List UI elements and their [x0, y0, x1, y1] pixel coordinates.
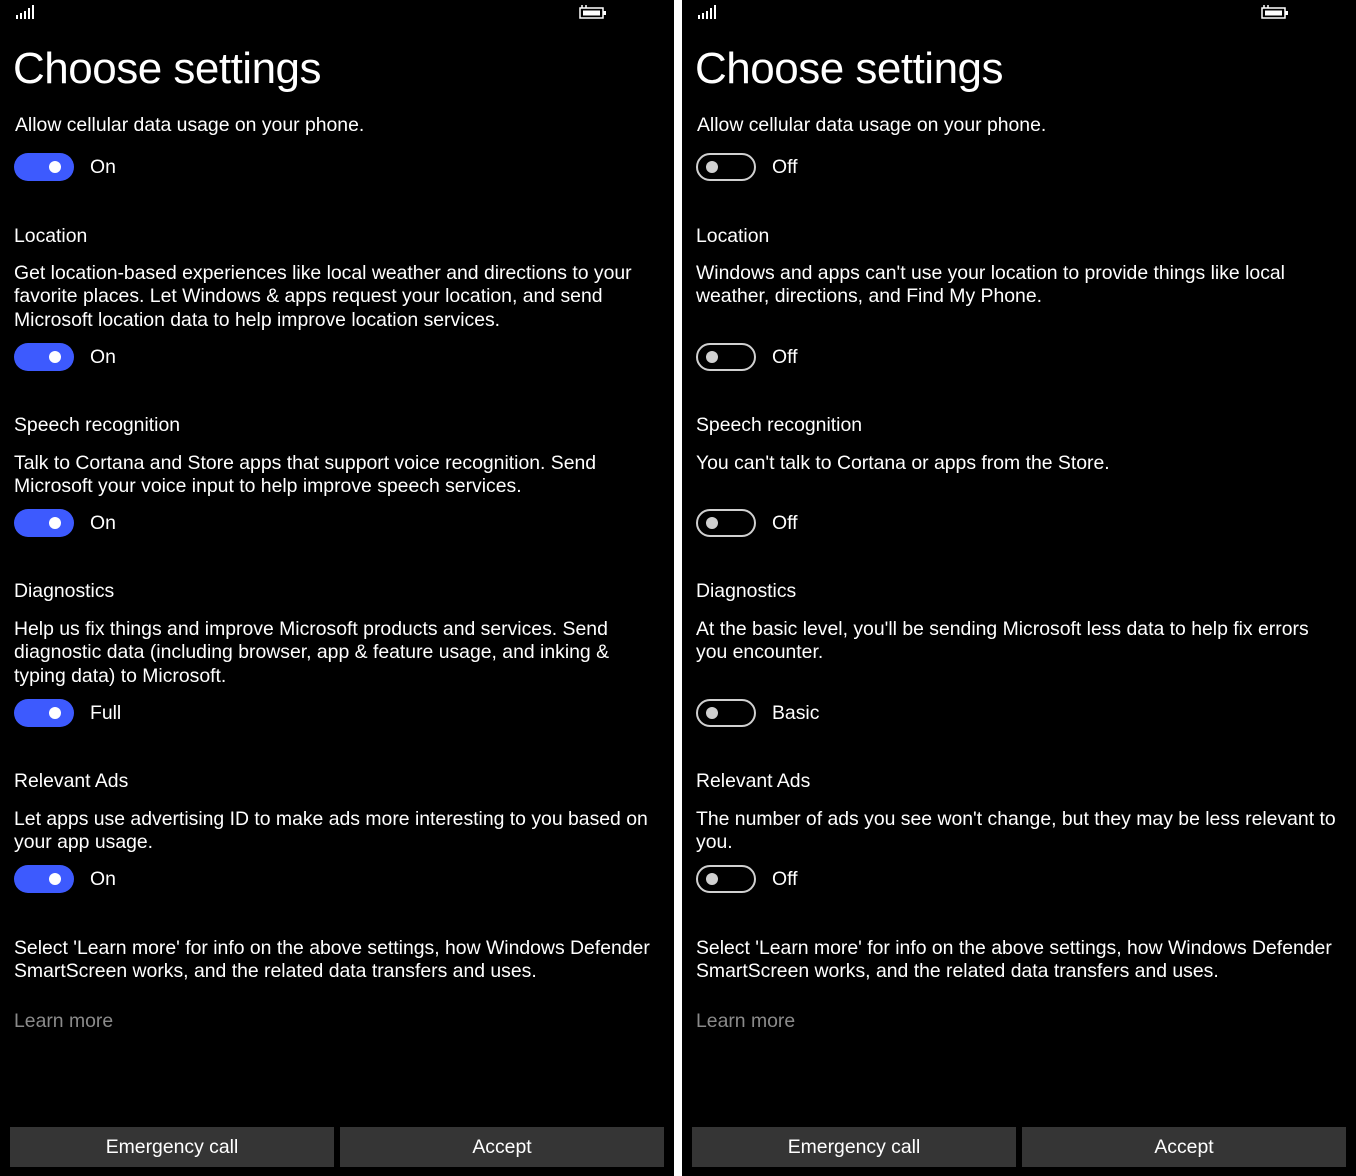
- toggle-knob: [49, 161, 61, 173]
- ads-description: Let apps use advertising ID to make ads …: [14, 808, 648, 854]
- location-heading: Location: [14, 225, 88, 247]
- toggle-knob: [706, 351, 718, 363]
- toggle-knob: [49, 517, 61, 529]
- cellular-toggle[interactable]: [14, 153, 74, 181]
- toggle-knob: [706, 161, 718, 173]
- speech-heading: Speech recognition: [14, 414, 181, 436]
- location-description: Get location-based experiences like loca…: [14, 262, 632, 331]
- accept-button[interactable]: Accept: [1022, 1127, 1346, 1167]
- location-toggle[interactable]: [696, 343, 756, 371]
- cellular-text: Allow cellular data usage on your phone.: [15, 114, 365, 136]
- diagnostics-toggle-label: Basic: [772, 702, 820, 724]
- accept-button[interactable]: Accept: [340, 1127, 664, 1167]
- info-text: Select 'Learn more' for info on the abov…: [14, 937, 650, 983]
- diagnostics-description: Help us fix things and improve Microsoft…: [14, 618, 610, 687]
- location-heading: Location: [696, 225, 770, 247]
- ads-toggle[interactable]: [696, 865, 756, 893]
- location-toggle-label: Off: [772, 346, 798, 368]
- speech-description: Talk to Cortana and Store apps that supp…: [14, 452, 597, 498]
- cellular-toggle-label: On: [90, 156, 116, 178]
- learn-more-link[interactable]: Learn more: [696, 1010, 795, 1033]
- page-title: Choose settings: [695, 44, 1004, 93]
- battery-charging-icon: [578, 5, 608, 19]
- emergency-call-button[interactable]: Emergency call: [10, 1127, 334, 1167]
- signal-bars-icon: [16, 5, 38, 19]
- location-toggle-label: On: [90, 346, 116, 368]
- toggle-knob: [49, 707, 61, 719]
- speech-toggle-label: On: [90, 512, 116, 534]
- info-text: Select 'Learn more' for info on the abov…: [696, 937, 1332, 983]
- diagnostics-heading: Diagnostics: [14, 580, 115, 602]
- toggle-knob: [49, 873, 61, 885]
- screen-right: Choose settings Allow cellular data usag…: [682, 0, 1356, 1176]
- speech-heading: Speech recognition: [696, 414, 863, 436]
- page-title: Choose settings: [13, 44, 322, 93]
- toggle-knob: [706, 707, 718, 719]
- diagnostics-toggle-label: Full: [90, 702, 122, 724]
- ads-heading: Relevant Ads: [696, 770, 811, 792]
- location-toggle[interactable]: [14, 343, 74, 371]
- battery-charging-icon: [1260, 5, 1290, 19]
- ads-heading: Relevant Ads: [14, 770, 129, 792]
- ads-toggle-label: Off: [772, 868, 798, 890]
- toggle-knob: [706, 873, 718, 885]
- signal-bars-icon: [698, 5, 720, 19]
- location-description: Windows and apps can't use your location…: [696, 262, 1285, 308]
- cellular-toggle[interactable]: [696, 153, 756, 181]
- emergency-call-button[interactable]: Emergency call: [692, 1127, 1016, 1167]
- speech-description: You can't talk to Cortana or apps from t…: [696, 452, 1110, 474]
- speech-toggle[interactable]: [14, 509, 74, 537]
- toggle-knob: [49, 351, 61, 363]
- ads-description: The number of ads you see won't change, …: [696, 808, 1336, 854]
- screen-left: Choose settings Allow cellular data usag…: [0, 0, 674, 1176]
- cellular-toggle-label: Off: [772, 156, 798, 178]
- cellular-text: Allow cellular data usage on your phone.: [697, 114, 1047, 136]
- diagnostics-toggle[interactable]: [696, 699, 756, 727]
- diagnostics-toggle[interactable]: [14, 699, 74, 727]
- speech-toggle-label: Off: [772, 512, 798, 534]
- diagnostics-heading: Diagnostics: [696, 580, 797, 602]
- speech-toggle[interactable]: [696, 509, 756, 537]
- ads-toggle[interactable]: [14, 865, 74, 893]
- toggle-knob: [706, 517, 718, 529]
- learn-more-link[interactable]: Learn more: [14, 1010, 113, 1033]
- diagnostics-description: At the basic level, you'll be sending Mi…: [696, 618, 1309, 664]
- ads-toggle-label: On: [90, 868, 116, 890]
